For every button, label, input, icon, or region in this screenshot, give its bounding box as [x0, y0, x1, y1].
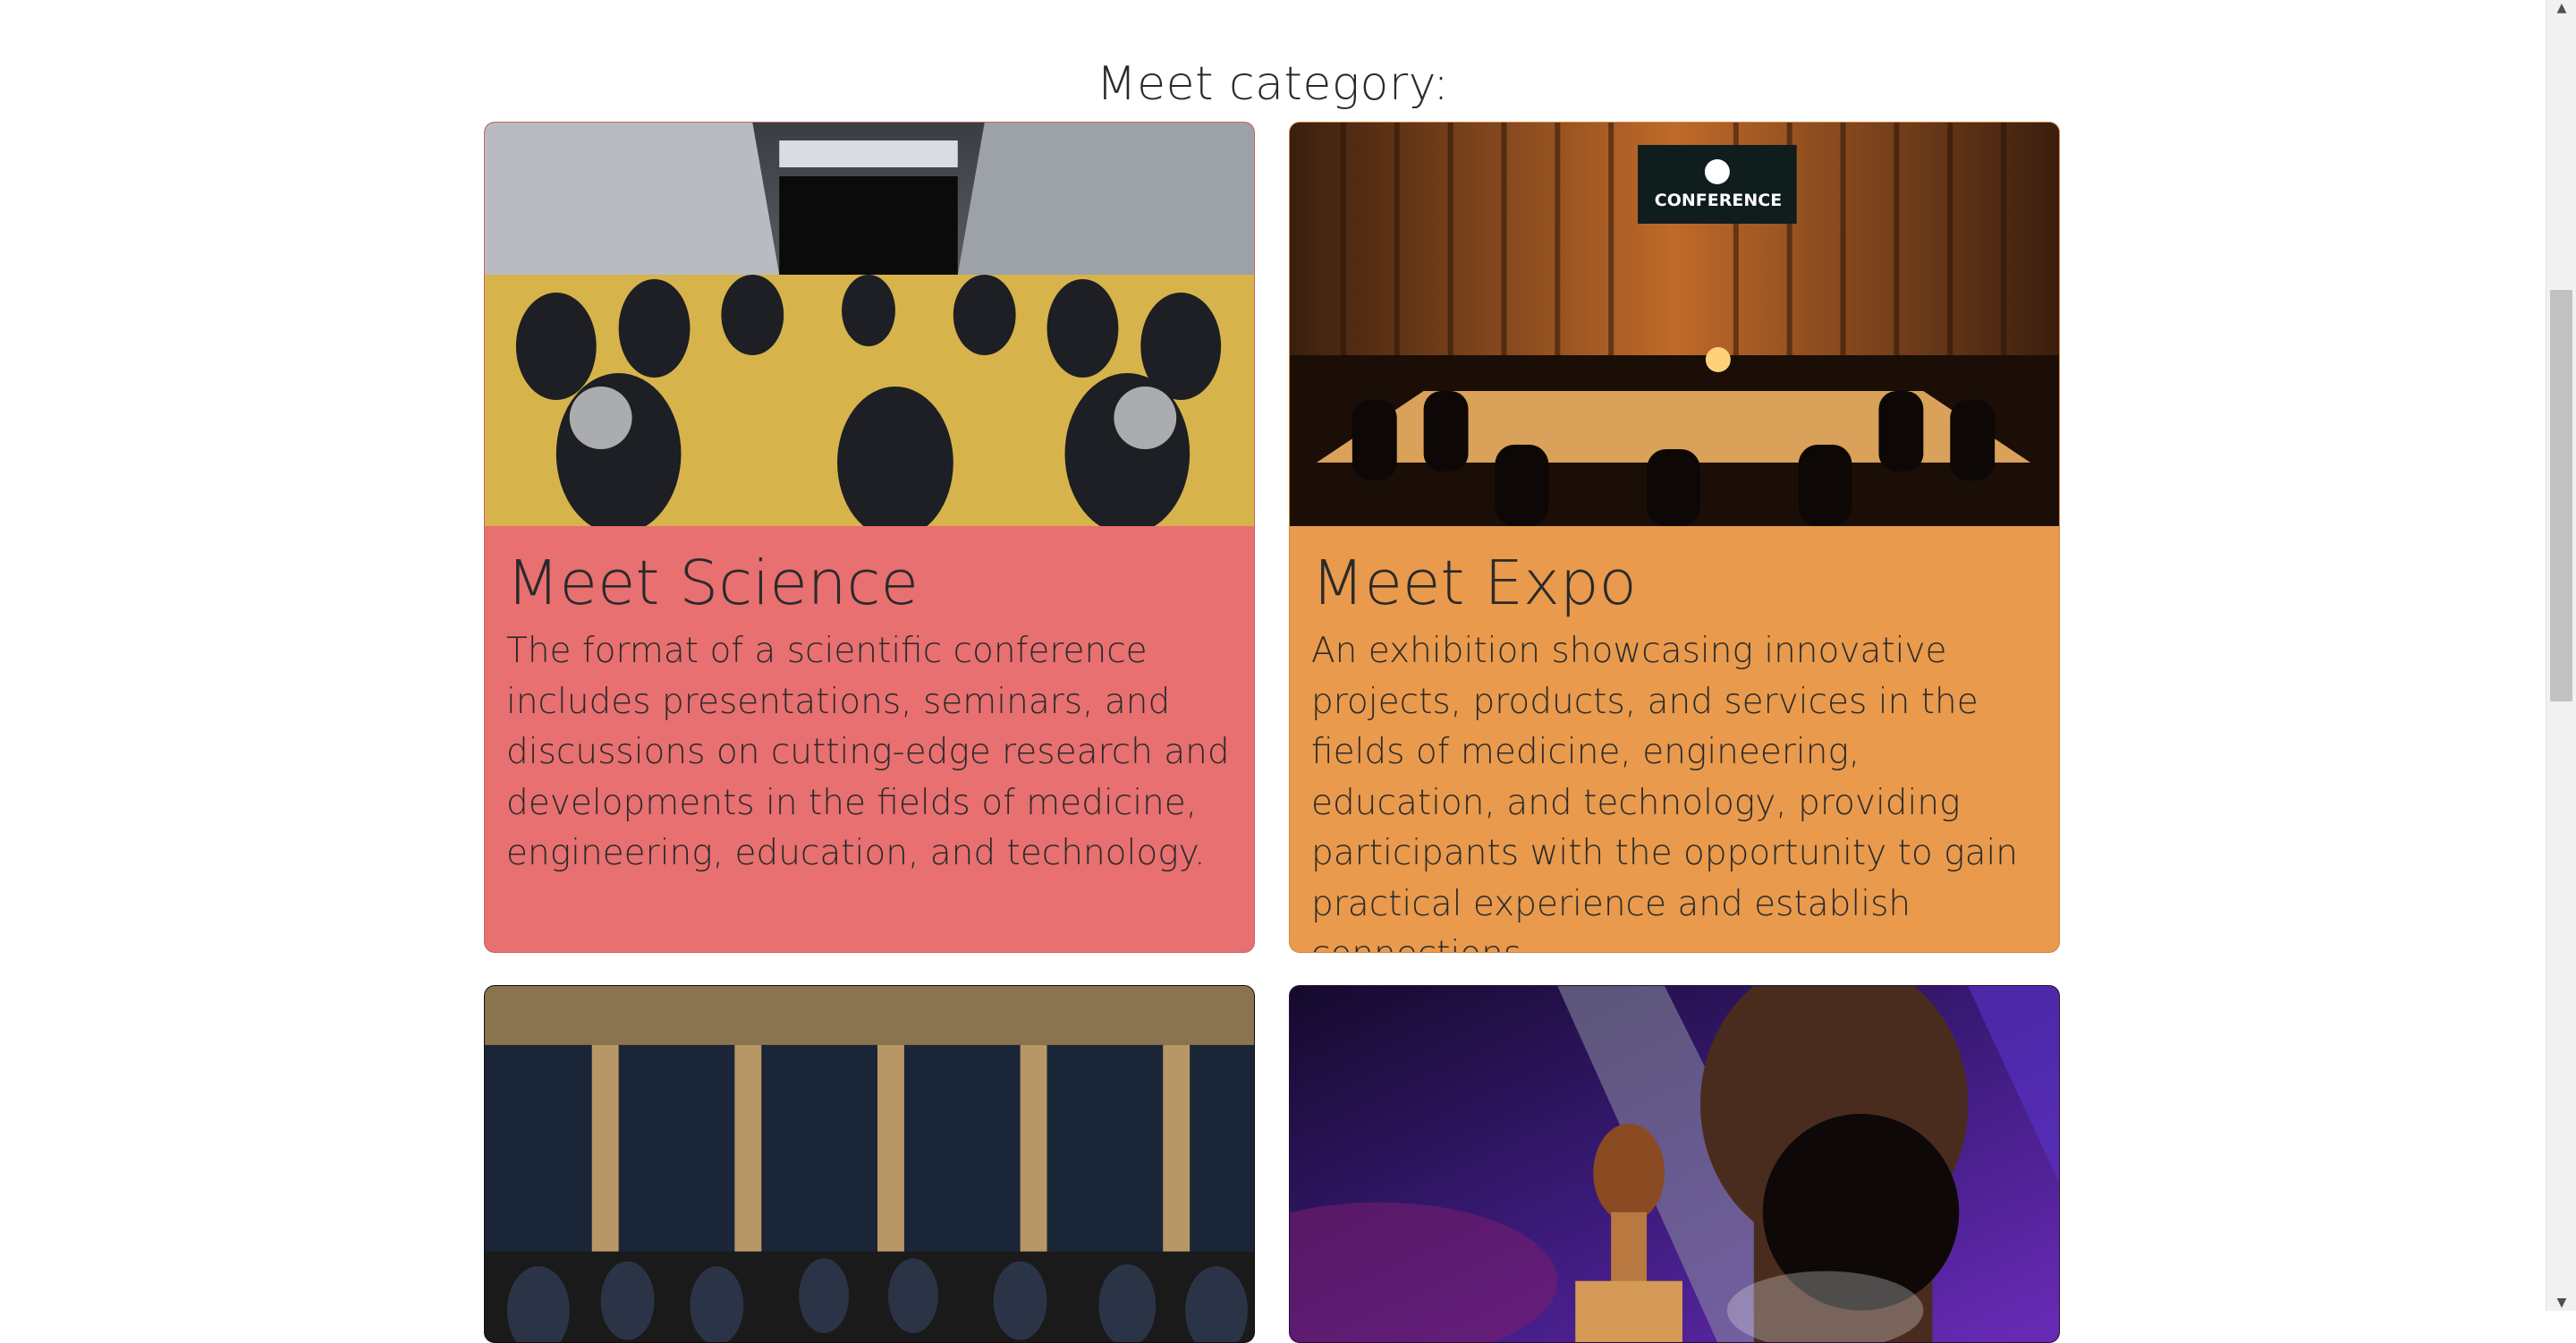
artist-grammy-portrait-image — [1290, 986, 2059, 1342]
meeting-hall-image — [485, 986, 1254, 1342]
arrow-down-icon[interactable]: ▼ — [2546, 1295, 2576, 1311]
scrollbar-thumb[interactable] — [2550, 290, 2572, 701]
auditorium-audience-image — [485, 123, 1254, 526]
card-description: An exhibition showcasing innovative proj… — [1311, 631, 2019, 952]
card-title: Meet Expo — [1311, 548, 1637, 619]
card-title: Meet Science — [506, 548, 919, 619]
conference-sign: CONFERENCE — [1654, 191, 1783, 210]
card-meet-expo[interactable]: CONFERENCE Meet Expo An exhibition showc… — [1289, 122, 2060, 953]
card-meeting-hall[interactable] — [484, 985, 1255, 1343]
card-body: Meet Expo An exhibition showcasing innov… — [1290, 526, 2059, 952]
card-description: The format of a scientific conference in… — [506, 631, 1230, 873]
page-title: Meet category: — [1096, 57, 1450, 111]
arrow-up-icon[interactable]: ▲ — [2546, 0, 2576, 16]
card-artist-portrait[interactable] — [1289, 985, 2060, 1343]
card-body: Meet Science The format of a scientific … — [485, 526, 1254, 901]
vertical-scrollbar[interactable]: ▲ ▼ — [2546, 0, 2576, 1311]
card-meet-science[interactable]: Meet Science The format of a scientific … — [484, 122, 1255, 953]
conference-table-image: CONFERENCE — [1290, 123, 2059, 526]
